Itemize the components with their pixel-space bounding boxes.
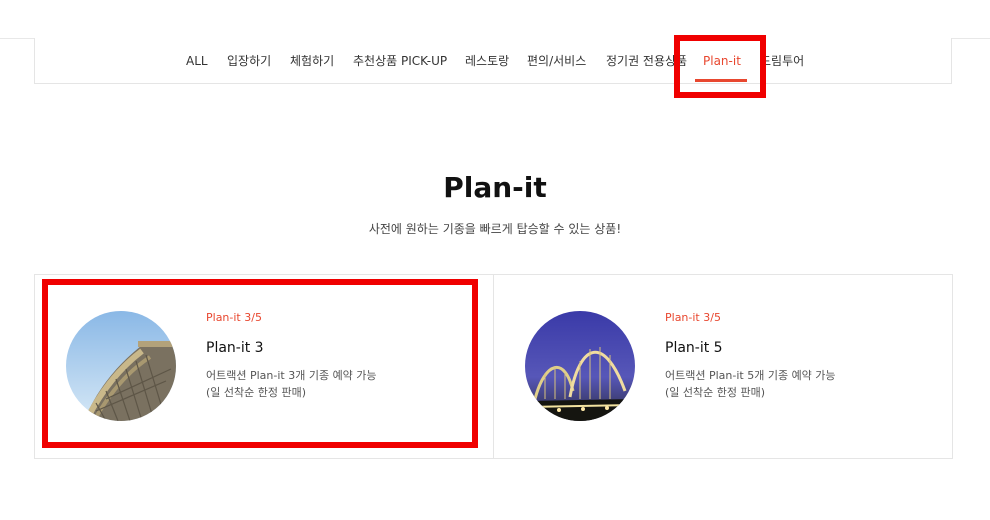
- card-description: 어트랙션 Plan-it 3개 기종 예약 가능 (일 선착순 한정 판매): [206, 367, 377, 401]
- product-card-plan-it-5[interactable]: Plan-it 3/5 Plan-it 5 어트랙션 Plan-it 5개 기종…: [493, 275, 952, 458]
- coaster-day-image: [66, 311, 176, 421]
- tab-season-pass-products[interactable]: 정기권 전용상품: [606, 53, 687, 69]
- product-card-list: Plan-it 3/5 Plan-it 3 어트랙션 Plan-it 3개 기종…: [34, 274, 953, 459]
- card-description-line2: (일 선착순 한정 판매): [206, 386, 307, 399]
- card-title: Plan-it 5: [665, 340, 723, 356]
- section-subtitle: 사전에 원하는 기종을 빠르게 탑승할 수 있는 상품!: [368, 222, 622, 236]
- card-tag: Plan-it 3/5: [665, 311, 721, 324]
- tab-admission[interactable]: 입장하기: [227, 53, 271, 69]
- active-tab-indicator: [695, 79, 747, 82]
- card-tag: Plan-it 3/5: [206, 311, 262, 324]
- card-description-line1: 어트랙션 Plan-it 5개 기종 예약 가능: [665, 369, 836, 382]
- tab-convenience-service[interactable]: 편의/서비스: [527, 53, 586, 69]
- card-description-line2: (일 선착순 한정 판매): [665, 386, 766, 399]
- section-title: Plan-it: [443, 171, 547, 204]
- product-card-plan-it-3[interactable]: Plan-it 3/5 Plan-it 3 어트랙션 Plan-it 3개 기종…: [35, 275, 493, 458]
- card-title: Plan-it 3: [206, 340, 264, 356]
- category-tabs: ALL 입장하기 체험하기 추천상품 PICK-UP 레스토랑 편의/서비스 정…: [35, 38, 951, 84]
- card-description: 어트랙션 Plan-it 5개 기종 예약 가능 (일 선착순 한정 판매): [665, 367, 836, 401]
- card-description-line1: 어트랙션 Plan-it 3개 기종 예약 가능: [206, 369, 377, 382]
- tab-recommended-pickup[interactable]: 추천상품 PICK-UP: [353, 53, 447, 69]
- tab-plan-it[interactable]: Plan-it: [703, 53, 741, 69]
- tab-all[interactable]: ALL: [186, 53, 208, 69]
- tab-experience[interactable]: 체험하기: [290, 53, 334, 69]
- tab-restaurant[interactable]: 레스토랑: [465, 53, 509, 69]
- category-tab-bar: ALL 입장하기 체험하기 추천상품 PICK-UP 레스토랑 편의/서비스 정…: [34, 38, 952, 84]
- tab-dream-tour[interactable]: 드림투어: [760, 53, 804, 69]
- coaster-night-image: [525, 311, 635, 421]
